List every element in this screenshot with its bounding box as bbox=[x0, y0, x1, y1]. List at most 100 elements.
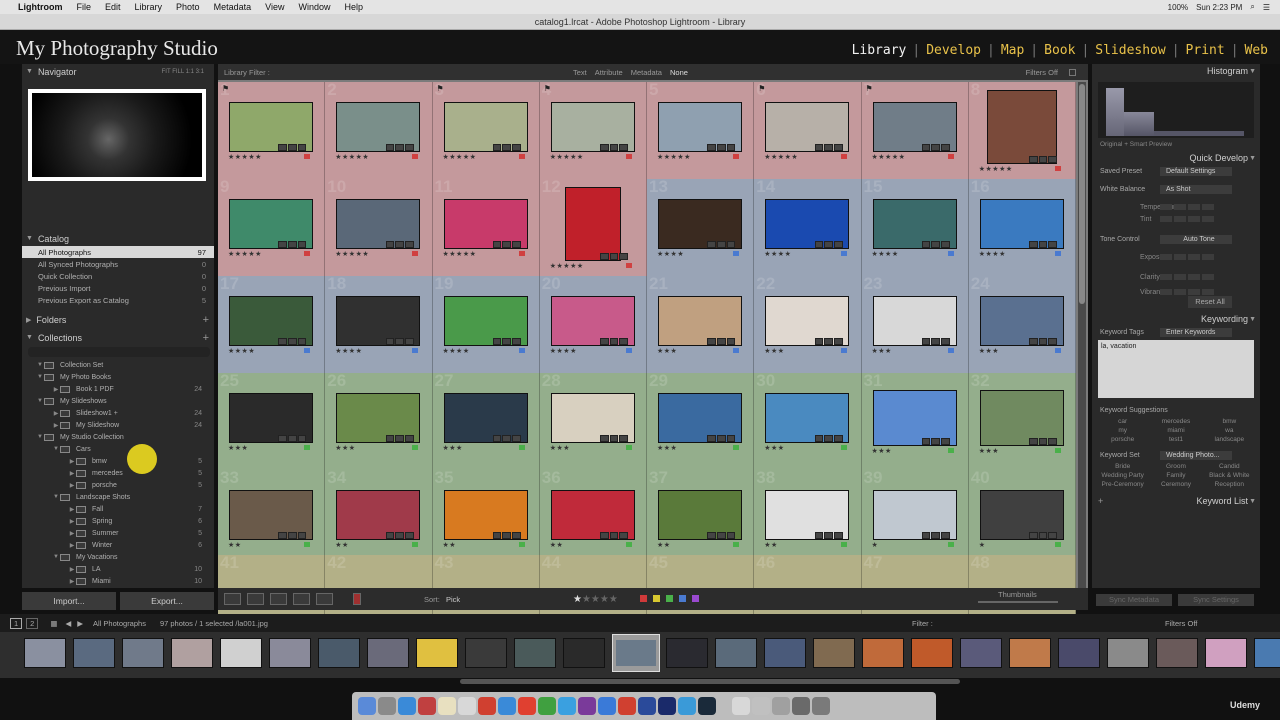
collections-search-input[interactable] bbox=[28, 347, 210, 357]
keyword-set-item[interactable]: Ceremony bbox=[1149, 481, 1202, 488]
color-label-green[interactable] bbox=[666, 595, 673, 602]
grid-cell[interactable]: 29 ★★★ bbox=[647, 373, 755, 470]
star-rating[interactable]: ★★ bbox=[228, 541, 242, 549]
keyword-suggestion[interactable]: test1 bbox=[1149, 436, 1202, 443]
star-rating[interactable]: ★★★★★ bbox=[228, 153, 262, 161]
star-rating[interactable]: ★★★★★ bbox=[872, 153, 906, 161]
thumbnail-badges[interactable] bbox=[278, 338, 307, 345]
thumbnail-badges[interactable] bbox=[278, 144, 307, 151]
expand-triangle-icon[interactable]: ▶ bbox=[68, 458, 76, 465]
rating-stars[interactable]: ★★★★★ bbox=[573, 594, 618, 605]
keyword-set-item[interactable]: Black & White bbox=[1203, 472, 1256, 479]
dock-app-icon[interactable] bbox=[418, 697, 436, 715]
thumbnail-badges[interactable] bbox=[385, 435, 414, 442]
filter-none[interactable]: None bbox=[670, 68, 688, 77]
collapse-triangle-icon[interactable]: ▼ bbox=[36, 362, 44, 368]
filmstrip-thumbnail[interactable] bbox=[122, 638, 164, 668]
grid-cell[interactable]: 19 ★★★★ bbox=[432, 276, 540, 373]
thumbnail-badges[interactable] bbox=[814, 338, 843, 345]
menu-help[interactable]: Help bbox=[344, 2, 363, 12]
thumbnail-badges[interactable] bbox=[278, 435, 307, 442]
dock-app-icon[interactable] bbox=[378, 697, 396, 715]
star-rating[interactable]: ★ bbox=[872, 541, 879, 549]
keywords-textarea[interactable]: la, vacation bbox=[1098, 340, 1254, 398]
star-rating[interactable]: ★★★★ bbox=[443, 347, 470, 355]
filmstrip-thumbnail[interactable] bbox=[1254, 638, 1280, 668]
grid-cell[interactable]: 12 ★★★★★ bbox=[539, 179, 647, 276]
star-rating[interactable]: ★★ bbox=[443, 541, 457, 549]
module-library[interactable]: Library bbox=[848, 43, 911, 58]
keyword-suggestion[interactable]: mercedes bbox=[1149, 418, 1202, 425]
menu-view[interactable]: View bbox=[265, 2, 284, 12]
expand-triangle-icon[interactable]: ▶ bbox=[52, 410, 60, 417]
keyword-suggestion[interactable]: my bbox=[1096, 427, 1149, 434]
filmstrip-thumbnail[interactable] bbox=[367, 638, 409, 668]
grid-cell[interactable]: 33 ★★ bbox=[218, 470, 326, 567]
star-rating[interactable]: ★★★ bbox=[657, 347, 677, 355]
navigator-header[interactable]: ▼ Navigator FIT FILL 1:1 3:1 bbox=[22, 64, 214, 79]
keyword-suggestion[interactable]: porsche bbox=[1096, 436, 1149, 443]
thumbnail-badges[interactable] bbox=[921, 144, 950, 151]
white-balance-dropdown[interactable]: As Shot bbox=[1160, 184, 1232, 194]
filmstrip-source[interactable]: All Photographs bbox=[93, 619, 146, 628]
menu-app-name[interactable]: Lightroom bbox=[18, 2, 63, 12]
keyword-set-item[interactable]: Pre-Ceremony bbox=[1096, 481, 1149, 488]
collection-item[interactable]: ▶ bmw 5 bbox=[22, 455, 214, 467]
star-rating[interactable]: ★★★★ bbox=[657, 250, 684, 258]
grid-cell[interactable]: 22 ★★★ bbox=[754, 276, 862, 373]
filmstrip-thumbnail[interactable] bbox=[1205, 638, 1247, 668]
collection-item[interactable]: ▼ My Slideshows bbox=[22, 395, 214, 407]
expand-triangle-icon[interactable]: ▶ bbox=[68, 518, 76, 525]
star-rating[interactable]: ★★★★ bbox=[764, 250, 791, 258]
filmstrip-thumbnail[interactable] bbox=[960, 638, 1002, 668]
thumbnail-badges[interactable] bbox=[385, 532, 414, 539]
thumbnail-badges[interactable] bbox=[814, 532, 843, 539]
grid-cell[interactable]: 20 ★★★★ bbox=[539, 276, 647, 373]
clarity-buttons[interactable] bbox=[1160, 274, 1214, 280]
thumbnail-badges[interactable] bbox=[600, 532, 629, 539]
menu-file[interactable]: File bbox=[77, 2, 92, 12]
grid-cell[interactable]: 23 ★★★ bbox=[861, 276, 969, 373]
expand-triangle-icon[interactable]: ▶ bbox=[68, 578, 76, 585]
star-rating[interactable]: ★★★★★ bbox=[335, 250, 369, 258]
filmstrip-thumbnail[interactable] bbox=[514, 638, 556, 668]
filmstrip-filters-off[interactable]: Filters Off bbox=[1165, 619, 1197, 628]
keyword-set-item[interactable]: Groom bbox=[1149, 463, 1202, 470]
thumbnail-badges[interactable] bbox=[600, 144, 629, 151]
thumbnail-badges[interactable] bbox=[600, 435, 629, 442]
catalog-item-synced[interactable]: All Synced Photographs 0 bbox=[22, 258, 214, 270]
dock-app-icon[interactable] bbox=[498, 697, 516, 715]
import-button[interactable]: Import... bbox=[22, 592, 116, 610]
collapse-triangle-icon[interactable]: ▼ bbox=[26, 334, 33, 341]
thumbnail-badges[interactable] bbox=[492, 338, 521, 345]
thumbnail-badges[interactable] bbox=[814, 144, 843, 151]
keyword-suggestion[interactable]: miami bbox=[1149, 427, 1202, 434]
grid-icon[interactable]: ▦ bbox=[50, 619, 57, 628]
thumbnail-badges[interactable] bbox=[600, 338, 629, 345]
pick-flag-icon[interactable]: ⚑ bbox=[758, 84, 765, 93]
grid-cell[interactable]: 18 ★★★★ bbox=[325, 276, 433, 373]
star-rating[interactable]: ★★★ bbox=[764, 347, 784, 355]
grid-cell[interactable]: 34 ★★ bbox=[325, 470, 433, 567]
grid-cell[interactable]: 4 ⚑ ★★★★★ bbox=[539, 82, 647, 179]
collection-item[interactable]: ▶ Summer 5 bbox=[22, 527, 214, 539]
thumbnail-badges[interactable] bbox=[1029, 156, 1058, 163]
grid-cell[interactable]: 14 ★★★★ bbox=[754, 179, 862, 276]
dock-app-icon[interactable] bbox=[598, 697, 616, 715]
filmstrip-scrollbar[interactable] bbox=[460, 679, 960, 684]
collection-item[interactable]: ▼ My Vacations bbox=[22, 551, 214, 563]
thumbnail-badges[interactable] bbox=[492, 532, 521, 539]
pick-flag-icon[interactable]: ⚑ bbox=[544, 84, 551, 93]
filmstrip-thumbnail[interactable] bbox=[666, 638, 708, 668]
color-label-blue[interactable] bbox=[679, 595, 686, 602]
thumbnail-badges[interactable] bbox=[385, 241, 414, 248]
dock-app-icon[interactable] bbox=[478, 697, 496, 715]
filmstrip-thumbnail[interactable] bbox=[1058, 638, 1100, 668]
color-label-yellow[interactable] bbox=[653, 595, 660, 602]
grid-cell[interactable]: 2 ★★★★★ bbox=[325, 82, 433, 179]
menu-library[interactable]: Library bbox=[135, 2, 163, 12]
filmstrip-thumbnail[interactable] bbox=[171, 638, 213, 668]
star-rating[interactable]: ★★★★★ bbox=[443, 153, 477, 161]
collection-item[interactable]: ▶ Winter 6 bbox=[22, 539, 214, 551]
filter-attribute[interactable]: Attribute bbox=[595, 68, 623, 77]
